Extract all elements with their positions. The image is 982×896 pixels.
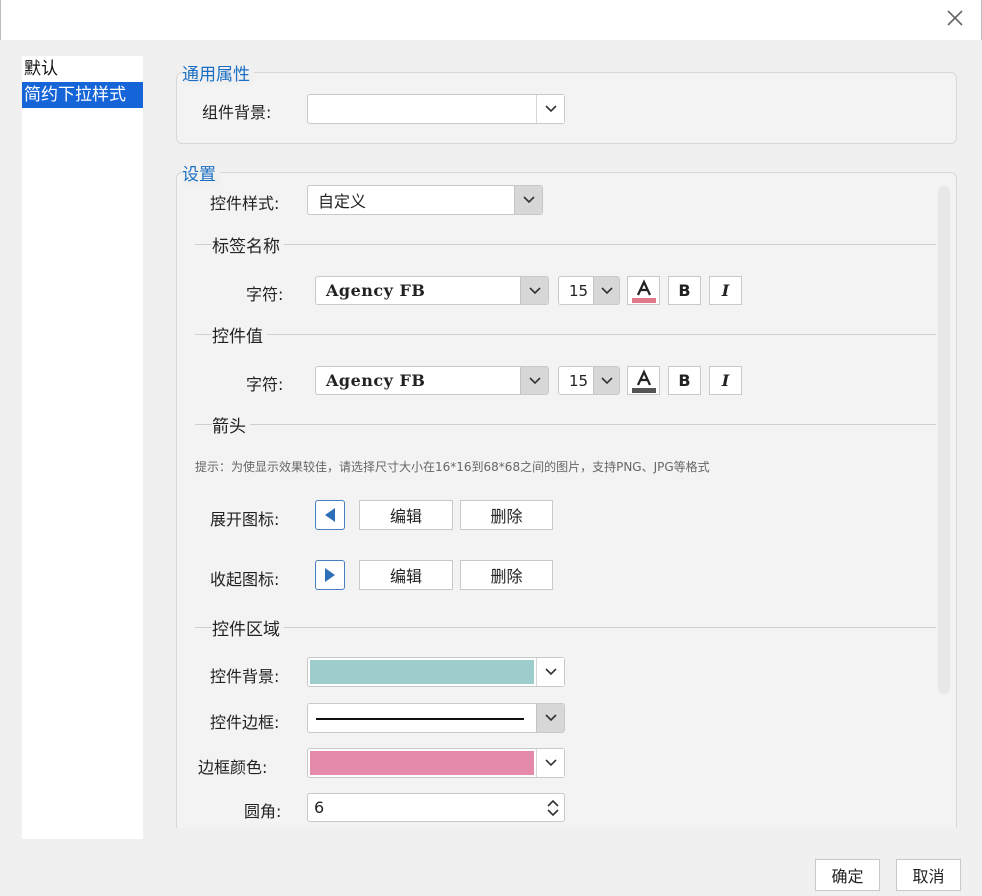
expand-icon-delete-button[interactable]: 删除: [460, 500, 553, 530]
chevron-up-icon[interactable]: [547, 799, 559, 807]
control-value-char-label: 字符:: [246, 375, 284, 394]
chevron-down-icon[interactable]: [547, 808, 559, 817]
control-area-divider: [195, 627, 936, 628]
control-value-section-title: 控件值: [212, 322, 267, 347]
control-value-size-value: 15: [569, 371, 589, 390]
chevron-down-icon[interactable]: [536, 704, 564, 732]
style-list-item-simple-dropdown[interactable]: 简约下拉样式: [22, 82, 143, 108]
label-name-char-label: 字符:: [246, 285, 284, 304]
font-color-icon: [631, 368, 656, 393]
control-border-select[interactable]: [307, 703, 565, 733]
triangle-left-icon: [325, 508, 335, 522]
control-value-font-color-button[interactable]: [627, 366, 660, 395]
control-area-section-title: 控件区域: [212, 615, 284, 640]
spinner-arrows[interactable]: [542, 794, 564, 821]
border-color-select[interactable]: [307, 748, 565, 778]
label-name-font-select[interactable]: Agency FB: [315, 276, 549, 305]
radius-label: 圆角:: [244, 802, 282, 821]
label-name-section-title: 标签名称: [212, 232, 284, 257]
control-style-value: 自定义: [318, 192, 367, 211]
ok-button[interactable]: 确定: [815, 859, 880, 891]
collapse-icon-label: 收起图标:: [210, 570, 280, 589]
expand-icon-preview: [315, 500, 345, 530]
chevron-down-icon[interactable]: [514, 186, 542, 214]
control-value-size-select[interactable]: 15: [558, 366, 620, 395]
radius-spinner[interactable]: 6: [307, 793, 565, 822]
label-name-bold-button[interactable]: B: [668, 276, 701, 305]
radius-value: 6: [314, 798, 325, 817]
label-name-divider: [195, 244, 936, 245]
general-group-title: 通用属性: [182, 60, 254, 85]
label-name-italic-button[interactable]: I: [709, 276, 742, 305]
component-bg-label: 组件背景:: [202, 103, 272, 122]
chevron-down-icon[interactable]: [536, 95, 564, 123]
dialog-titlebar: [0, 0, 982, 40]
label-name-size-select[interactable]: 15: [558, 276, 620, 305]
settings-group: [176, 172, 957, 828]
control-style-select[interactable]: 自定义: [307, 185, 543, 215]
triangle-right-icon: [325, 568, 335, 582]
expand-icon-label: 展开图标:: [210, 510, 280, 529]
settings-scrollbar[interactable]: [938, 186, 950, 694]
control-bg-swatch: [310, 660, 534, 684]
label-name-size-value: 15: [569, 281, 589, 300]
collapse-icon-preview: [315, 560, 345, 590]
font-color-icon: [631, 278, 656, 303]
control-value-font-value: Agency FB: [326, 371, 426, 390]
control-value-italic-button[interactable]: I: [709, 366, 742, 395]
expand-icon-edit-button[interactable]: 编辑: [359, 500, 453, 530]
control-border-label: 控件边框:: [210, 713, 280, 732]
control-value-divider: [195, 334, 936, 335]
settings-group-title: 设置: [182, 160, 220, 185]
cancel-button[interactable]: 取消: [896, 859, 961, 891]
chevron-down-icon[interactable]: [536, 658, 564, 686]
border-line-preview: [316, 718, 524, 720]
chevron-down-icon[interactable]: [593, 367, 619, 394]
control-bg-label: 控件背景:: [210, 667, 280, 686]
component-bg-select[interactable]: [307, 94, 565, 124]
border-color-label: 边框颜色:: [198, 758, 268, 777]
style-list-item-default[interactable]: 默认: [22, 56, 143, 82]
arrow-section-title: 箭头: [212, 412, 250, 437]
collapse-icon-delete-button[interactable]: 删除: [460, 560, 553, 590]
chevron-down-icon[interactable]: [520, 367, 548, 394]
border-color-swatch: [310, 751, 534, 775]
collapse-icon-edit-button[interactable]: 编辑: [359, 560, 453, 590]
control-style-label: 控件样式:: [210, 194, 280, 213]
label-name-font-value: Agency FB: [326, 281, 426, 300]
control-value-bold-button[interactable]: B: [668, 366, 701, 395]
control-bg-color-select[interactable]: [307, 657, 565, 687]
close-icon[interactable]: [945, 8, 965, 28]
general-group: [176, 72, 957, 144]
control-value-font-select[interactable]: Agency FB: [315, 366, 549, 395]
arrow-divider: [195, 424, 936, 425]
chevron-down-icon[interactable]: [520, 277, 548, 304]
chevron-down-icon[interactable]: [536, 749, 564, 777]
arrow-hint-text: 提示：为使显示效果较佳，请选择尺寸大小在16*16到68*68之间的图片，支持P…: [195, 460, 710, 474]
style-list: 默认 简约下拉样式: [22, 56, 143, 839]
label-name-font-color-button[interactable]: [627, 276, 660, 305]
chevron-down-icon[interactable]: [593, 277, 619, 304]
